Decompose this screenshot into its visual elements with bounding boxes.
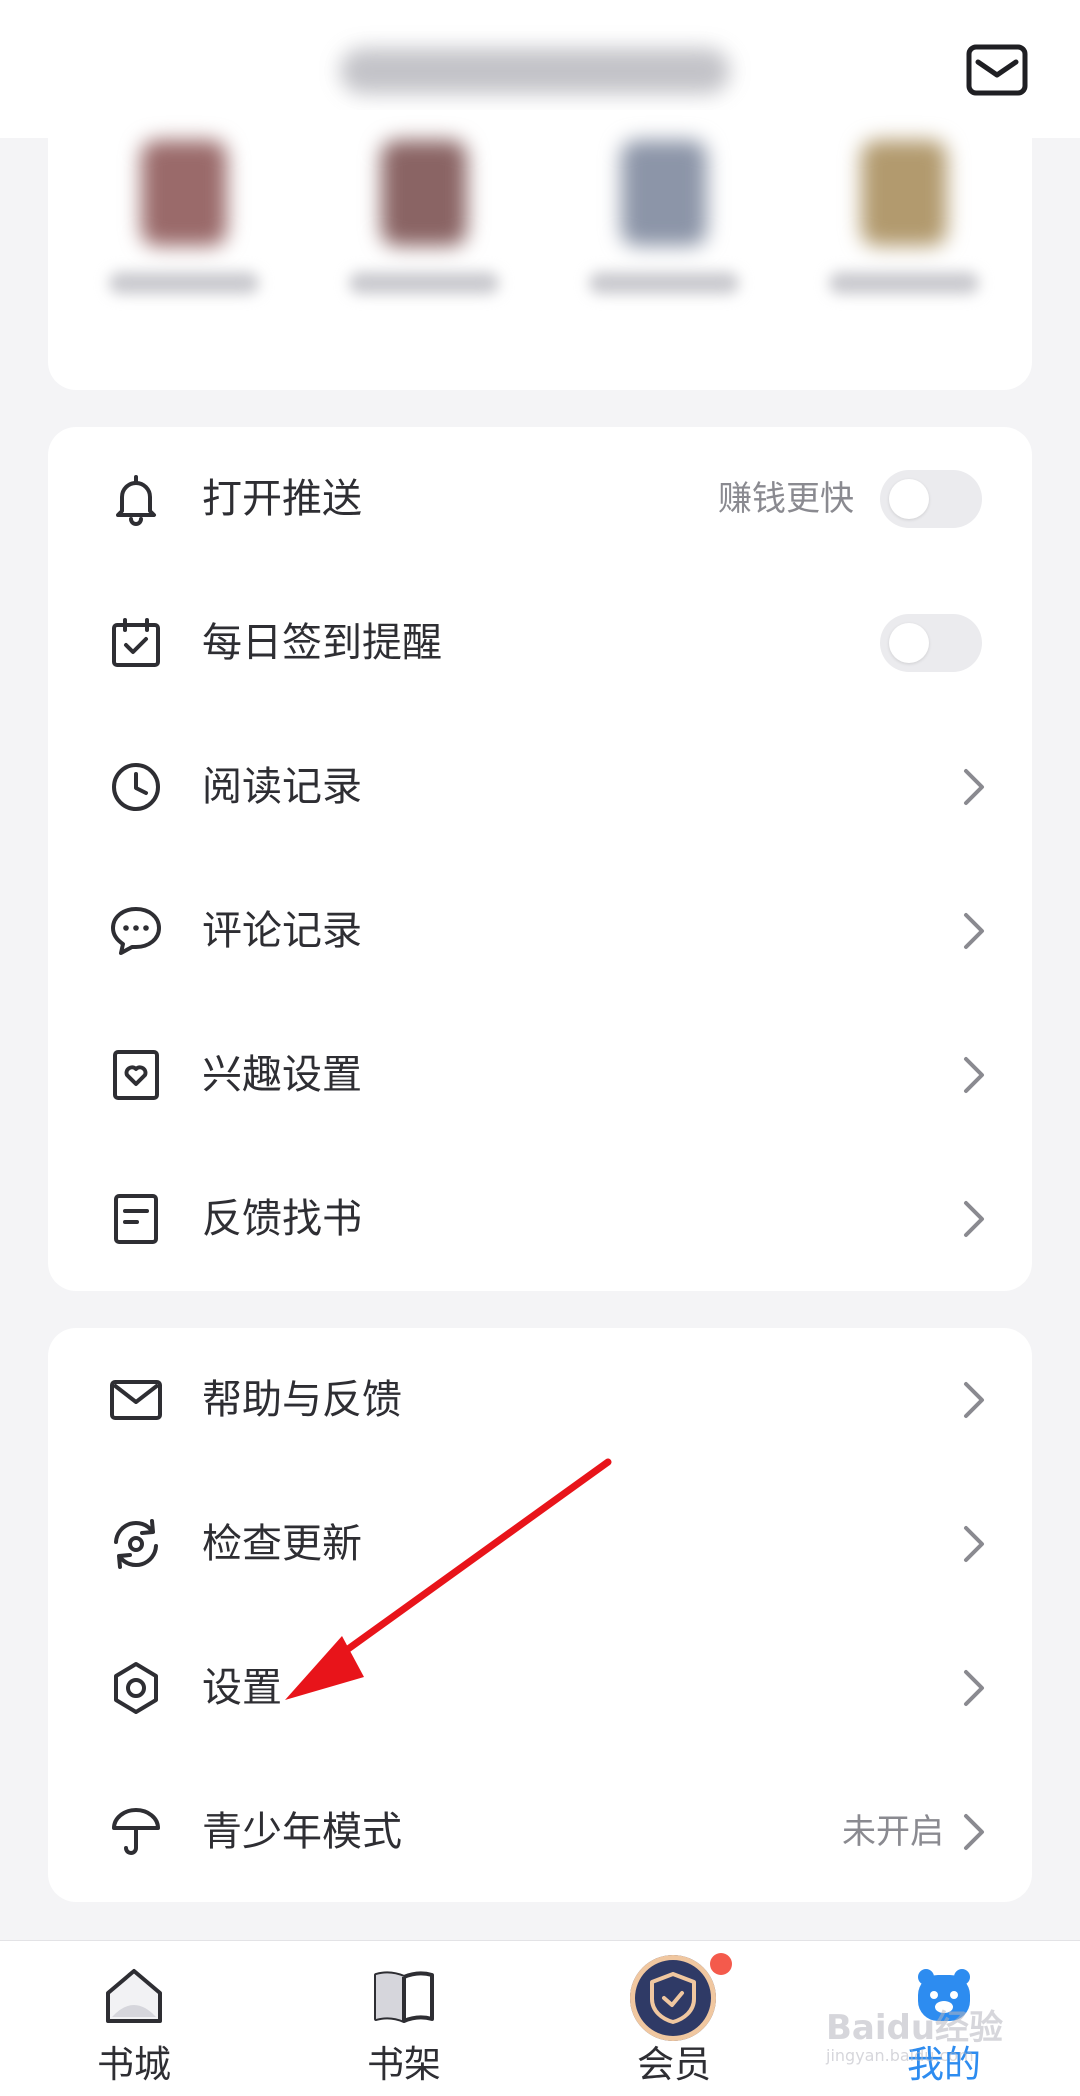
toggle-knob xyxy=(889,623,929,663)
recent-books-card xyxy=(48,110,1032,390)
push-notification-row[interactable]: 打开推送 赚钱更快 xyxy=(48,427,1032,571)
row-label: 阅读记录 xyxy=(202,764,362,810)
row-label: 青少年模式 xyxy=(202,1809,402,1855)
tab-bookshelf[interactable]: 书架 xyxy=(304,1941,504,2096)
tab-label: 会员 xyxy=(637,2043,711,2086)
chevron-right-icon xyxy=(960,1812,988,1852)
chevron-right-icon xyxy=(960,1668,988,1708)
row-label: 帮助与反馈 xyxy=(202,1377,402,1423)
chevron-right-icon xyxy=(960,767,988,807)
row-label: 兴趣设置 xyxy=(202,1052,362,1098)
push-toggle[interactable] xyxy=(880,470,982,528)
chevron-right-icon xyxy=(960,1055,988,1095)
settings-row[interactable]: 设置 xyxy=(48,1616,1032,1760)
book-title-blurred xyxy=(349,272,499,294)
teen-mode-status: 未开启 xyxy=(842,1812,944,1852)
refresh-icon xyxy=(108,1516,164,1572)
recent-book-item[interactable] xyxy=(344,140,504,294)
book-title-blurred xyxy=(109,272,259,294)
tab-label: 书城 xyxy=(97,2043,171,2086)
row-label: 反馈找书 xyxy=(202,1196,362,1242)
bell-icon xyxy=(108,471,164,527)
book-request-row[interactable]: 反馈找书 xyxy=(48,1147,1032,1291)
tab-vip[interactable]: 会员 xyxy=(574,1941,774,2096)
mail-icon xyxy=(966,44,1028,96)
book-cover xyxy=(861,140,947,246)
settings-card-secondary: 帮助与反馈 检查更新 设置 青少年模式 未开启 xyxy=(48,1328,1032,1902)
mail-button[interactable] xyxy=(966,44,1028,96)
book-cover xyxy=(621,140,707,246)
watermark-sub: jingyan.baidu.com xyxy=(826,2046,974,2065)
toggle-knob xyxy=(889,479,929,519)
row-label: 检查更新 xyxy=(202,1521,362,1567)
chat-bubble-icon xyxy=(108,903,164,959)
row-label: 每日签到提醒 xyxy=(202,620,442,666)
chevron-right-icon xyxy=(960,1199,988,1239)
bookstore-icon xyxy=(100,1963,168,2031)
recent-book-item[interactable] xyxy=(104,140,264,294)
book-title-blurred xyxy=(589,272,739,294)
tab-bookstore[interactable]: 书城 xyxy=(34,1941,234,2096)
checkin-toggle[interactable] xyxy=(880,614,982,672)
chevron-right-icon xyxy=(960,911,988,951)
row-label: 评论记录 xyxy=(202,908,362,954)
promo-note: 赚钱更快 xyxy=(718,479,854,519)
comment-history-row[interactable]: 评论记录 xyxy=(48,859,1032,1003)
interest-settings-row[interactable]: 兴趣设置 xyxy=(48,1003,1032,1147)
envelope-icon xyxy=(108,1372,164,1428)
check-update-row[interactable]: 检查更新 xyxy=(48,1472,1032,1616)
book-cover xyxy=(141,140,227,246)
teen-mode-row[interactable]: 青少年模式 未开启 xyxy=(48,1760,1032,1904)
watermark: Baidu经验 jingyan.baidu.com xyxy=(826,2000,1056,2070)
watermark-main: Baidu经验 xyxy=(826,2008,1004,2048)
vip-shield-icon xyxy=(630,1955,716,2041)
notification-badge-dot xyxy=(710,1953,732,1975)
heart-frame-icon xyxy=(108,1047,164,1103)
chevron-right-icon xyxy=(960,1380,988,1420)
settings-card-primary: 打开推送 赚钱更快 每日签到提醒 阅读记录 评论记录 兴趣设置 反馈找书 xyxy=(48,427,1032,1291)
calendar-check-icon xyxy=(108,615,164,671)
reading-history-row[interactable]: 阅读记录 xyxy=(48,715,1032,859)
row-label: 打开推送 xyxy=(202,476,362,522)
help-feedback-row[interactable]: 帮助与反馈 xyxy=(48,1328,1032,1472)
gear-icon xyxy=(108,1660,164,1716)
chevron-right-icon xyxy=(960,1524,988,1564)
bookshelf-icon xyxy=(370,1963,438,2031)
tab-label: 书架 xyxy=(367,2043,441,2086)
checkin-reminder-row[interactable]: 每日签到提醒 xyxy=(48,571,1032,715)
row-label: 设置 xyxy=(202,1665,282,1711)
document-icon xyxy=(108,1191,164,1247)
umbrella-icon xyxy=(108,1804,164,1860)
clock-icon xyxy=(108,759,164,815)
recent-book-item[interactable] xyxy=(824,140,984,294)
recent-books-strip xyxy=(68,110,1016,360)
book-cover xyxy=(381,140,467,246)
recent-book-item[interactable] xyxy=(584,140,744,294)
book-title-blurred xyxy=(829,272,979,294)
blurred-username xyxy=(340,48,730,94)
